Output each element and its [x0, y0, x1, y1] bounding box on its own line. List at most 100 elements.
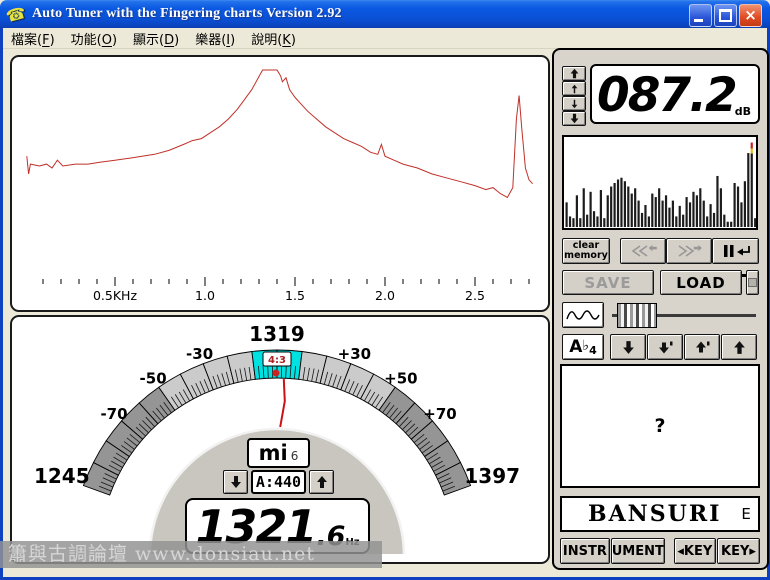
key-down-button[interactable]: ◂KEY	[673, 538, 716, 564]
playback-tone-row	[562, 302, 759, 328]
slider-thumb[interactable]	[617, 303, 657, 328]
square-icon	[748, 278, 757, 287]
fast-forward-icon	[678, 244, 702, 257]
fingering-placeholder: ?	[654, 415, 666, 437]
window-title: Auto Tuner with the Fingering charts Ver…	[31, 6, 342, 21]
level-up-fine-button[interactable]	[562, 81, 586, 96]
pause-return-icon	[723, 245, 750, 257]
rewind-button[interactable]	[620, 238, 666, 264]
svg-text:2.0: 2.0	[375, 288, 395, 303]
instrument-display: BANSURI E	[560, 496, 760, 532]
level-unit: dB	[734, 105, 751, 118]
level-down-coarse-button[interactable]	[562, 111, 586, 126]
cents-label: -70	[100, 405, 127, 423]
volume-slider[interactable]	[610, 302, 758, 328]
load-label: LOAD	[676, 273, 726, 292]
menu-o[interactable]: 功能(O)	[63, 28, 125, 49]
note-down-fine-button[interactable]	[647, 334, 683, 360]
ratio-marker-label: 4:3	[268, 355, 286, 366]
instrument-key: E	[741, 505, 751, 523]
clear-memory-label2: memory	[564, 250, 608, 261]
maximize-button[interactable]	[714, 4, 737, 27]
level-down-fine-button[interactable]	[562, 96, 586, 111]
cents-label: -50	[140, 370, 167, 388]
level-up-coarse-button[interactable]	[562, 66, 586, 81]
minimize-icon	[694, 19, 703, 22]
instrument-button-right[interactable]: UMENT	[610, 538, 665, 564]
title-bar: ☎ Auto Tuner with the Fingering charts V…	[0, 0, 770, 28]
sine-wave-icon	[566, 310, 600, 320]
close-icon: ×	[744, 6, 757, 24]
instr-label: INSTR	[562, 543, 607, 559]
level-value: 087.2	[597, 68, 738, 124]
note-display: mi 6	[247, 438, 310, 468]
down-arrow-icon	[570, 113, 578, 124]
lower-neighbor-frequency: 1245	[34, 464, 90, 488]
note-octave: 6	[290, 449, 299, 463]
up-arrow-icon	[571, 84, 577, 93]
menu-bar: 檔案(F) 功能(O) 顯示(D) 樂器(I) 說明(K)	[3, 28, 767, 49]
phone-icon: ☎	[3, 2, 29, 26]
down-arrow-icon	[230, 476, 241, 488]
note-down-button[interactable]	[610, 334, 646, 360]
load-button[interactable]: LOAD	[660, 270, 742, 295]
note-up-fine-button[interactable]	[684, 334, 720, 360]
aux-square-button[interactable]	[746, 270, 759, 295]
window-border-left	[0, 28, 3, 580]
menu-i[interactable]: 樂器(I)	[187, 28, 243, 49]
up-arrow-icon	[570, 68, 578, 79]
maximize-icon	[719, 9, 732, 22]
note-up-button[interactable]	[721, 334, 757, 360]
pitch-octave: 4	[589, 343, 597, 357]
rewind-icon	[631, 244, 657, 257]
spectrum-line	[26, 69, 533, 199]
menu-k[interactable]: 說明(K)	[243, 28, 304, 49]
key-up-button[interactable]: KEY▸	[716, 538, 761, 564]
key-right-label: KEY▸	[721, 543, 756, 559]
reference-up-button[interactable]	[309, 470, 334, 494]
spectrum-chart: 0.5KHz 1.0 1.5 2.0 2.5	[26, 69, 533, 303]
close-button[interactable]: ×	[739, 4, 762, 27]
clear-memory-button[interactable]: clear memory	[562, 238, 610, 264]
tuner-gauge-panel: 4:3 1319 -70 -50 -30 +30 +50 +70 1245 1397 mi 6 A…	[10, 315, 550, 564]
up-arrow-icon	[316, 476, 327, 488]
up-arrow-icon	[733, 340, 745, 354]
svg-text:0.5KHz: 0.5KHz	[93, 288, 137, 303]
menu-d[interactable]: 顯示(D)	[125, 28, 187, 49]
instrument-button-left[interactable]: INSTR	[560, 538, 610, 564]
transport-controls: clear memory	[562, 238, 759, 264]
control-column: 087.2 dB clear memory SAVE LOAD A ♭ 4 ? …	[552, 48, 769, 570]
upper-neighbor-frequency: 1397	[464, 464, 520, 488]
pitch-name-button[interactable]: A ♭ 4	[562, 334, 604, 360]
level-stepper	[562, 66, 586, 126]
down-arrow-fine-icon	[658, 341, 672, 353]
pause-button[interactable]	[712, 238, 759, 264]
note-stepper-row: A ♭ 4	[562, 334, 759, 360]
spectrum-panel: 0.5KHz 1.0 1.5 2.0 2.5	[10, 55, 550, 312]
tuning-needle	[279, 379, 286, 428]
pitch-note: A	[569, 337, 583, 357]
svg-text:2.5: 2.5	[465, 288, 485, 303]
sine-tone-button[interactable]	[562, 302, 604, 328]
flat-icon: ♭	[582, 337, 590, 354]
reference-down-button[interactable]	[223, 470, 248, 494]
cents-label: +50	[384, 370, 417, 388]
cents-label: -30	[186, 345, 213, 363]
down-arrow-icon	[622, 340, 634, 354]
save-button[interactable]: SAVE	[562, 270, 654, 295]
ratio-marker-dot	[272, 369, 280, 377]
svg-text:1.5: 1.5	[285, 288, 305, 303]
reference-pitch-display: A:440	[251, 470, 306, 494]
level-display: 087.2 dB	[590, 64, 760, 124]
instrument-key-buttons: INSTR UMENT ◂KEY KEY▸	[560, 538, 761, 564]
cents-label: +30	[338, 345, 371, 363]
menu-f[interactable]: 檔案(F)	[3, 28, 63, 49]
level-history-chart	[562, 135, 758, 230]
instrument-name: BANSURI	[588, 501, 722, 527]
forward-button[interactable]	[666, 238, 712, 264]
save-label: SAVE	[584, 273, 632, 292]
minimize-button[interactable]	[689, 4, 712, 27]
key-left-label: ◂KEY	[677, 543, 713, 559]
cents-label: +70	[423, 405, 456, 423]
forum-watermark: 簫與古調論壇 www.donsiau.net	[0, 541, 382, 568]
